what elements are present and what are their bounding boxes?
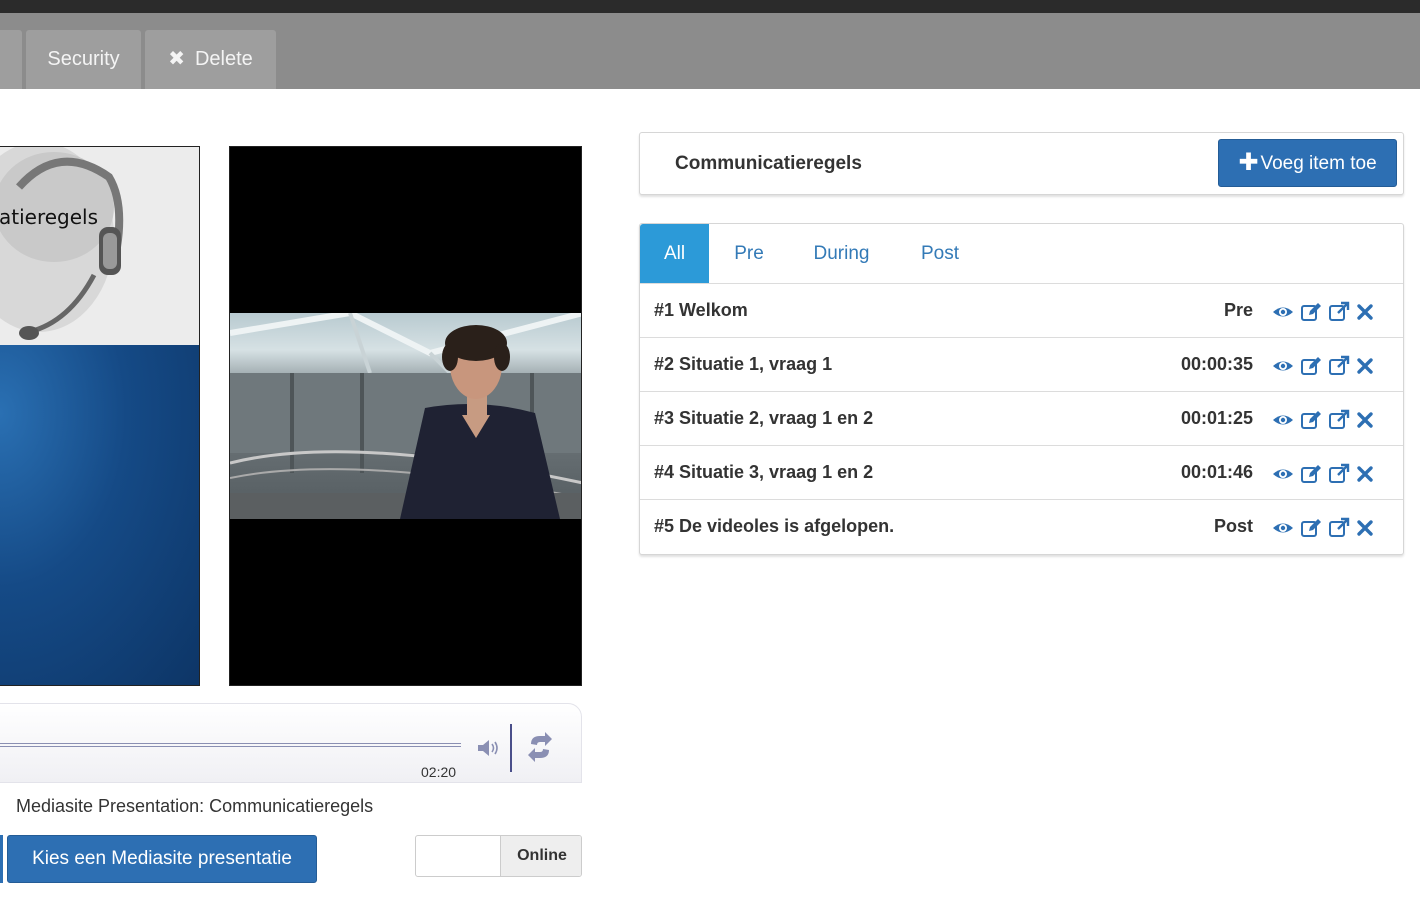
top-bar bbox=[0, 0, 1420, 13]
eye-icon[interactable] bbox=[1272, 355, 1294, 377]
list-item: #4 Situatie 3, vraag 1 en 2 00:01:46 bbox=[640, 446, 1403, 500]
item-time: Post bbox=[1213, 516, 1253, 536]
delete-tab[interactable]: ✖ Delete bbox=[145, 30, 276, 89]
video-scene bbox=[230, 313, 581, 519]
item-title: #5 De videoles is afgelopen. bbox=[654, 516, 895, 536]
add-item-label: Voeg item toe bbox=[1260, 153, 1377, 174]
partial-button[interactable] bbox=[0, 835, 3, 883]
item-list: All Pre During Post #1 Welkom Pre #2 Sit… bbox=[639, 223, 1404, 555]
list-item: #5 De videoles is afgelopen. Post bbox=[640, 500, 1403, 554]
item-time: 00:00:35 bbox=[1180, 354, 1253, 374]
list-item: #3 Situatie 2, vraag 1 en 2 00:01:25 bbox=[640, 392, 1403, 446]
external-link-icon[interactable] bbox=[1328, 517, 1350, 539]
security-tab[interactable]: Security bbox=[26, 30, 141, 89]
delete-tab-label: Delete bbox=[194, 48, 253, 70]
video-frame bbox=[230, 313, 581, 519]
filter-tabs: All Pre During Post bbox=[640, 224, 1403, 284]
online-toggle[interactable]: Online bbox=[415, 835, 582, 877]
external-link-icon[interactable] bbox=[1328, 355, 1350, 377]
choose-presentation-button[interactable]: Kies een Mediasite presentatie bbox=[7, 835, 317, 883]
panel-title: Communicatieregels bbox=[675, 153, 862, 174]
list-item: #2 Situatie 1, vraag 1 00:00:35 bbox=[640, 338, 1403, 392]
close-icon[interactable] bbox=[1354, 517, 1376, 539]
edit-icon[interactable] bbox=[1300, 463, 1322, 485]
edit-icon[interactable] bbox=[1300, 301, 1322, 323]
slide-preview: atieregels bbox=[0, 146, 200, 686]
seek-bar[interactable] bbox=[0, 743, 461, 747]
current-time: 02:20 bbox=[421, 764, 457, 780]
external-link-icon[interactable] bbox=[1328, 301, 1350, 323]
close-icon: ✖ bbox=[168, 48, 185, 70]
eye-icon[interactable] bbox=[1272, 409, 1294, 431]
close-icon[interactable] bbox=[1354, 355, 1376, 377]
edit-icon[interactable] bbox=[1300, 355, 1322, 377]
tab-post[interactable]: Post bbox=[906, 224, 974, 283]
item-time: Pre bbox=[1223, 300, 1253, 320]
volume-icon[interactable] bbox=[476, 737, 502, 759]
panel-header: Communicatieregels ✚ Voeg item toe bbox=[639, 132, 1404, 195]
video-player[interactable] bbox=[229, 146, 582, 686]
item-title: #1 Welkom bbox=[654, 300, 748, 320]
player-controls: 02:20 bbox=[0, 703, 582, 783]
online-toggle-label: Online bbox=[500, 836, 581, 876]
item-title: #3 Situatie 2, vraag 1 en 2 bbox=[654, 408, 874, 428]
controls-divider bbox=[510, 724, 512, 772]
plus-icon: ✚ bbox=[1238, 149, 1259, 176]
item-title: #2 Situatie 1, vraag 1 bbox=[654, 354, 833, 374]
close-icon[interactable] bbox=[1354, 463, 1376, 485]
security-tab-label: Security bbox=[47, 48, 120, 70]
tab-bar: Security ✖ Delete bbox=[0, 13, 1420, 89]
refresh-icon[interactable] bbox=[527, 731, 553, 763]
presentation-label: Mediasite Presentation: Communicatierege… bbox=[16, 796, 374, 816]
edit-icon[interactable] bbox=[1300, 409, 1322, 431]
close-icon[interactable] bbox=[1354, 409, 1376, 431]
item-time: 00:01:25 bbox=[1180, 408, 1253, 428]
tab-all[interactable]: All bbox=[640, 224, 709, 283]
item-title: #4 Situatie 3, vraag 1 en 2 bbox=[654, 462, 874, 482]
tab-during[interactable]: During bbox=[800, 224, 883, 283]
item-time: 00:01:46 bbox=[1180, 462, 1253, 482]
eye-icon[interactable] bbox=[1272, 301, 1294, 323]
slide-header-image: atieregels bbox=[0, 147, 199, 345]
edit-icon[interactable] bbox=[1300, 517, 1322, 539]
external-link-icon[interactable] bbox=[1328, 463, 1350, 485]
presenter-photo bbox=[0, 147, 124, 340]
tab-pre[interactable]: Pre bbox=[718, 224, 780, 283]
eye-icon[interactable] bbox=[1272, 463, 1294, 485]
add-item-button[interactable]: ✚ Voeg item toe bbox=[1218, 139, 1397, 187]
slide-title: atieregels bbox=[0, 205, 99, 229]
tab-partial[interactable] bbox=[0, 30, 22, 89]
slide-body bbox=[0, 345, 199, 685]
close-icon[interactable] bbox=[1354, 301, 1376, 323]
list-item: #1 Welkom Pre bbox=[640, 284, 1403, 338]
eye-icon[interactable] bbox=[1272, 517, 1294, 539]
external-link-icon[interactable] bbox=[1328, 409, 1350, 431]
